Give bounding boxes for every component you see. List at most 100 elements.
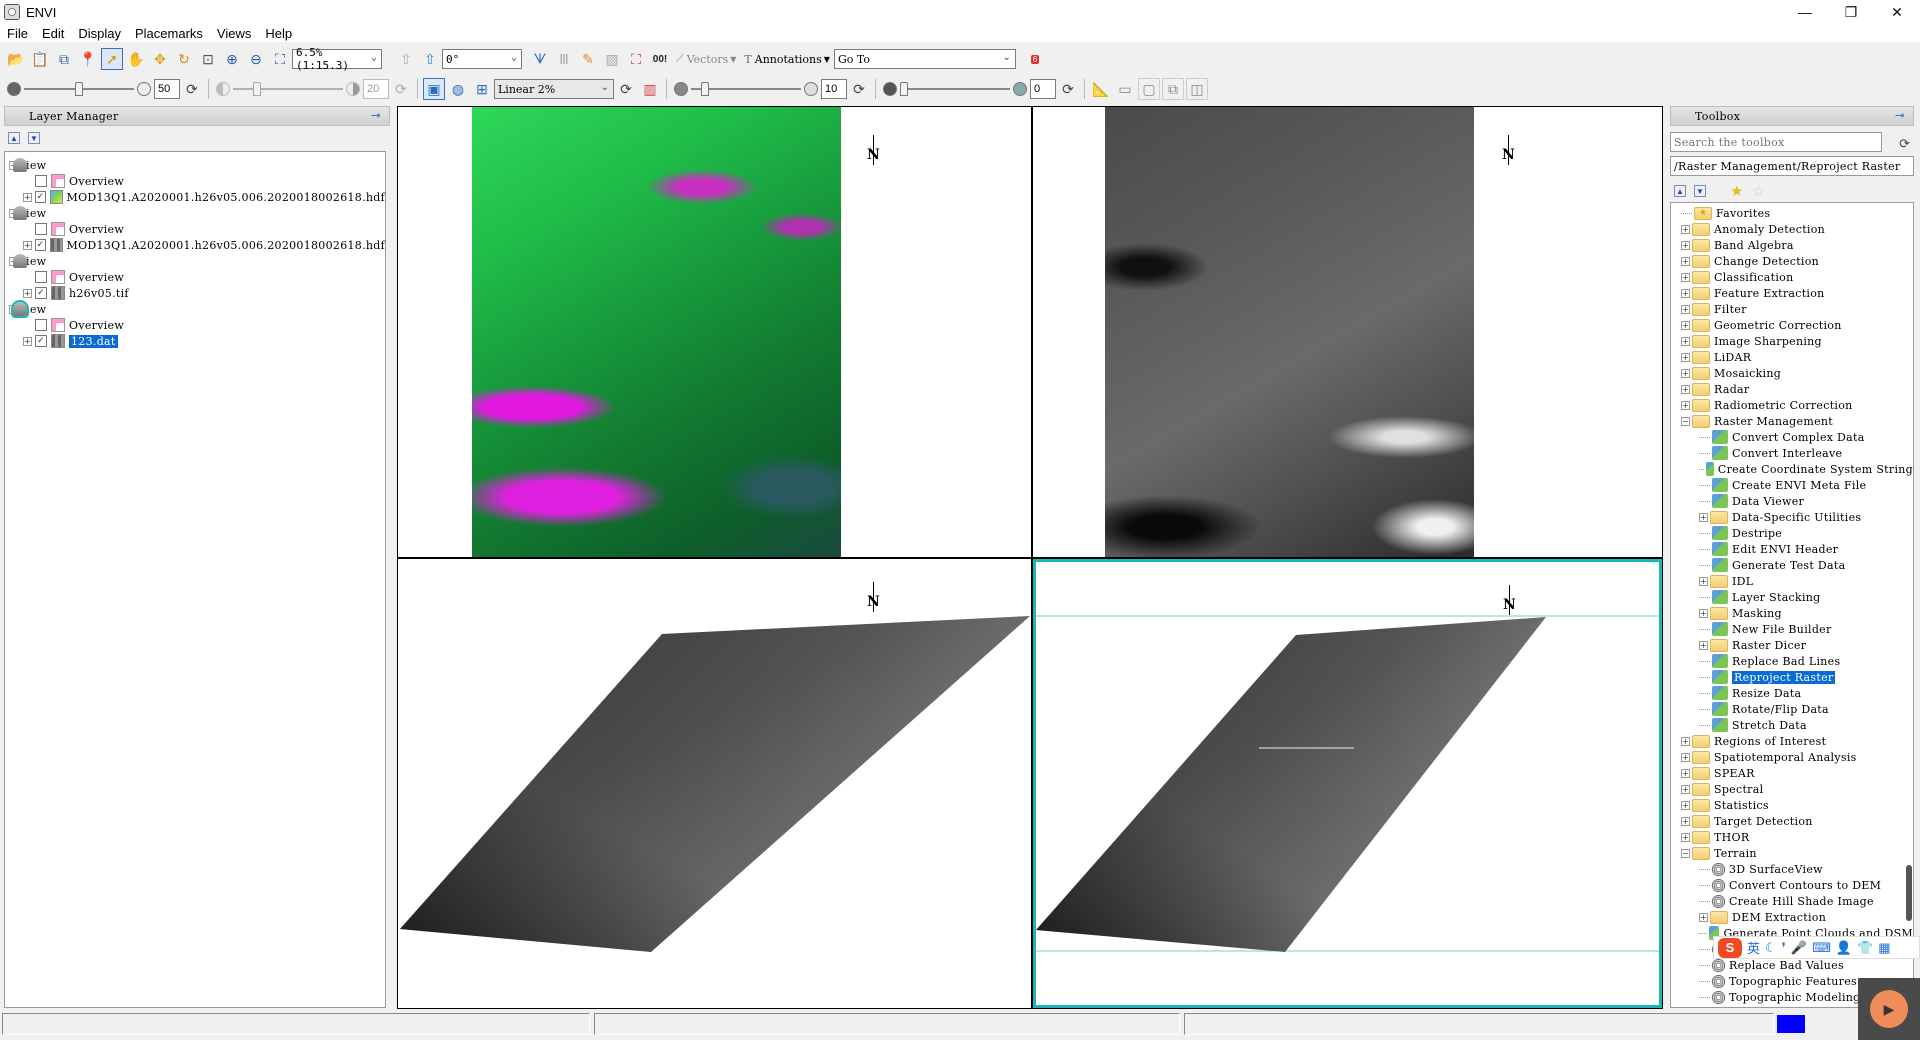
menu-display[interactable]: Display bbox=[71, 26, 128, 41]
toolbox-item[interactable]: + Band Algebra bbox=[1671, 237, 1913, 253]
toolbox-item[interactable]: + Radar bbox=[1671, 381, 1913, 397]
toolbox-item[interactable]: + Spectral bbox=[1671, 781, 1913, 797]
toolbox-item[interactable]: Stretch Data bbox=[1671, 717, 1913, 733]
view-top-left[interactable]: N bbox=[398, 107, 1031, 557]
expand-icon[interactable]: + bbox=[23, 288, 32, 298]
layer-tree-overview-node[interactable]: Overview bbox=[5, 173, 385, 189]
toolbox-item[interactable]: + DEM Extraction bbox=[1671, 909, 1913, 925]
slider-thumb[interactable] bbox=[75, 82, 83, 96]
floating-media-widget[interactable]: ▶ bbox=[1858, 978, 1920, 1040]
overview-checkbox[interactable] bbox=[35, 175, 47, 187]
slider-thumb[interactable] bbox=[701, 82, 710, 96]
roi-tool-icon[interactable]: ⛶ bbox=[625, 48, 647, 70]
expand-icon[interactable]: + bbox=[1681, 352, 1690, 362]
open-file-icon[interactable]: 📂 bbox=[5, 48, 27, 70]
layer-tree-overview-node[interactable]: Overview bbox=[5, 269, 385, 285]
expand-icon[interactable]: + bbox=[1681, 272, 1690, 282]
expand-icon[interactable]: + bbox=[1699, 576, 1708, 586]
expand-icon[interactable]: + bbox=[1681, 400, 1690, 410]
rotate-icon[interactable]: ↻ bbox=[173, 48, 195, 70]
toolbox-item[interactable]: Generate Test Data bbox=[1671, 557, 1913, 573]
data-manager-icon[interactable]: 📋 bbox=[29, 48, 51, 70]
toolbox-item[interactable]: Edit ENVI Header bbox=[1671, 541, 1913, 557]
pixel-value-icon[interactable]: 00! bbox=[649, 48, 671, 70]
view-bottom-left[interactable]: N bbox=[398, 559, 1031, 1008]
crosshair-icon[interactable]: ᗐ bbox=[529, 48, 551, 70]
expand-icon[interactable]: + bbox=[1681, 256, 1690, 266]
menu-edit[interactable]: Edit bbox=[35, 26, 71, 41]
menu-help[interactable]: Help bbox=[258, 26, 299, 41]
toolbox-item[interactable]: + LiDAR bbox=[1671, 349, 1913, 365]
expand-icon[interactable]: + bbox=[1681, 384, 1690, 394]
overview-checkbox[interactable] bbox=[35, 223, 47, 235]
sharpen-value[interactable]: 10 bbox=[821, 79, 847, 99]
layer-tree-layer-node[interactable]: + ✓ 123.dat bbox=[5, 333, 385, 349]
menu-views[interactable]: Views bbox=[210, 26, 258, 41]
expand-icon[interactable]: + bbox=[1681, 368, 1690, 378]
collapse-icon[interactable]: − bbox=[1681, 848, 1690, 858]
refresh-toolbox-icon[interactable]: ⟳ bbox=[1899, 136, 1910, 152]
toolbox-item[interactable]: Resize Data bbox=[1671, 685, 1913, 701]
expand-icon[interactable]: + bbox=[1681, 288, 1690, 298]
layer-tree-view-node[interactable]: − View bbox=[5, 205, 385, 221]
overview-icon[interactable]: ▭ bbox=[1114, 78, 1136, 100]
toolbox-search-input[interactable] bbox=[1670, 132, 1882, 152]
layer-tree-view-node[interactable]: − View bbox=[5, 253, 385, 269]
ime-user-icon[interactable]: 👤 bbox=[1836, 940, 1852, 956]
layer-tree-view-node[interactable]: − View bbox=[5, 300, 385, 318]
measure-icon[interactable]: 📐 bbox=[1090, 78, 1112, 100]
collapse-down-button[interactable]: ▼ bbox=[1694, 185, 1706, 197]
ime-punctuation-icon[interactable]: ❜ bbox=[1782, 940, 1786, 956]
reset-contrast-icon[interactable]: ⟳ bbox=[390, 78, 412, 100]
add-favorite-icon[interactable]: ★ bbox=[1730, 182, 1743, 200]
expand-icon[interactable]: + bbox=[1681, 736, 1690, 746]
ime-language-toggle[interactable]: 英 bbox=[1747, 938, 1760, 957]
menu-file[interactable]: File bbox=[0, 26, 35, 41]
sharpen-slider[interactable] bbox=[691, 79, 801, 99]
toolbox-item[interactable]: 3D SurfaceView bbox=[1671, 861, 1913, 877]
toolbox-item[interactable]: Layer Stacking bbox=[1671, 589, 1913, 605]
toolbox-item[interactable]: Create Hill Shade Image bbox=[1671, 893, 1913, 909]
center-view-icon[interactable]: ⊞ bbox=[471, 78, 493, 100]
expand-icon[interactable]: + bbox=[1699, 640, 1708, 650]
layer-visibility-checkbox[interactable]: ✓ bbox=[35, 191, 46, 203]
minimize-button[interactable]: — bbox=[1782, 0, 1828, 24]
select-cursor-icon[interactable]: ➚ bbox=[101, 48, 123, 70]
toolbox-item[interactable]: + Statistics bbox=[1671, 797, 1913, 813]
brightness-value[interactable]: 50 bbox=[154, 79, 180, 99]
toolbox-item[interactable]: New File Builder bbox=[1671, 621, 1913, 637]
fly-icon[interactable]: ✥ bbox=[149, 48, 171, 70]
ime-menu-icon[interactable]: ▦ bbox=[1878, 940, 1890, 956]
reset-sharpen-icon[interactable]: ⟳ bbox=[848, 78, 870, 100]
move-layer-down-button[interactable]: ▼ bbox=[28, 132, 40, 144]
layer-visibility-checkbox[interactable]: ✓ bbox=[35, 239, 46, 251]
expand-icon[interactable]: + bbox=[1681, 752, 1690, 762]
annotations-button[interactable]: T Annotations ▼ bbox=[744, 53, 830, 66]
placemark-icon[interactable]: 📍 bbox=[77, 48, 99, 70]
toolbox-item[interactable]: + Mosaicking bbox=[1671, 365, 1913, 381]
contrast-value[interactable]: 20 bbox=[363, 79, 389, 99]
expand-icon[interactable]: + bbox=[1681, 224, 1690, 234]
annotation-disabled-icon[interactable]: ▨ bbox=[601, 48, 623, 70]
toolbox-item[interactable]: Convert Interleave bbox=[1671, 445, 1913, 461]
zoom-level-combo[interactable]: 6.5% (1:15.3) ⌄ bbox=[292, 46, 382, 72]
expand-icon[interactable]: + bbox=[1681, 816, 1690, 826]
layer-tree-view-node[interactable]: − View bbox=[5, 157, 385, 173]
expand-icon[interactable]: + bbox=[1681, 832, 1690, 842]
toolbox-item[interactable]: + Raster Dicer bbox=[1671, 637, 1913, 653]
remove-favorite-icon[interactable]: ☆ bbox=[1751, 182, 1764, 200]
toolbox-item[interactable]: + Image Sharpening bbox=[1671, 333, 1913, 349]
menu-placemarks[interactable]: Placemarks bbox=[128, 26, 210, 41]
contrast-slider[interactable] bbox=[233, 79, 343, 99]
toolbox-item[interactable]: + Change Detection bbox=[1671, 253, 1913, 269]
layer-visibility-checkbox[interactable]: ✓ bbox=[35, 335, 47, 347]
toolbox-item[interactable]: − Terrain bbox=[1671, 845, 1913, 861]
toolbox-item[interactable]: Reproject Raster bbox=[1671, 669, 1913, 685]
expand-icon[interactable]: + bbox=[1699, 512, 1708, 522]
toolbox-item[interactable]: + Target Detection bbox=[1671, 813, 1913, 829]
close-button[interactable]: ✕ bbox=[1874, 0, 1920, 24]
transparency-slider[interactable] bbox=[900, 79, 1010, 99]
layer-tree-overview-node[interactable]: Overview bbox=[5, 221, 385, 237]
north-up-icon[interactable]: ⇧ bbox=[395, 48, 417, 70]
goto-combo[interactable]: Go To ⌄ bbox=[833, 49, 1016, 69]
